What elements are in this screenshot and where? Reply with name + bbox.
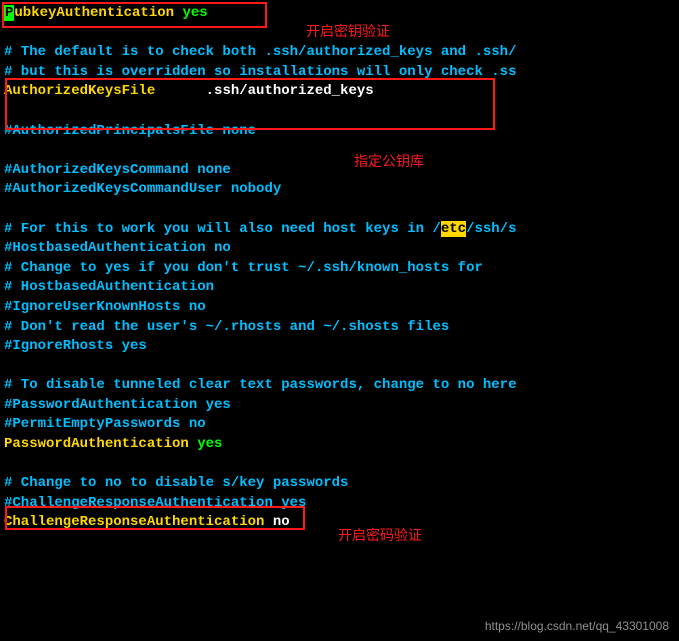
code-line: #PermitEmptyPasswords no bbox=[4, 415, 675, 435]
code-line bbox=[4, 455, 675, 475]
annotation-note-authkeys: 指定公钥库 bbox=[354, 152, 424, 172]
code-line: # HostbasedAuthentication bbox=[4, 278, 675, 298]
code-line: #HostbasedAuthentication no bbox=[4, 239, 675, 259]
code-line: # To disable tunneled clear text passwor… bbox=[4, 376, 675, 396]
code-line bbox=[4, 357, 675, 377]
code-line: #ChallengeResponseAuthentication yes bbox=[4, 494, 675, 514]
code-line: # Don't read the user's ~/.rhosts and ~/… bbox=[4, 318, 675, 338]
code-line: # Change to no to disable s/key password… bbox=[4, 474, 675, 494]
code-line: PubkeyAuthentication yes bbox=[4, 4, 675, 24]
code-line: #PasswordAuthentication yes bbox=[4, 396, 675, 416]
code-line: # For this to work you will also need ho… bbox=[4, 220, 675, 240]
code-line: PasswordAuthentication yes bbox=[4, 435, 675, 455]
code-line: # The default is to check both .ssh/auth… bbox=[4, 43, 675, 63]
code-line bbox=[4, 200, 675, 220]
code-line bbox=[4, 102, 675, 122]
code-line: #AuthorizedPrincipalsFile none bbox=[4, 122, 675, 142]
code-line: # Change to yes if you don't trust ~/.ss… bbox=[4, 259, 675, 279]
code-line: #IgnoreUserKnownHosts no bbox=[4, 298, 675, 318]
watermark: https://blog.csdn.net/qq_43301008 bbox=[485, 618, 669, 635]
code-line: # but this is overridden so installation… bbox=[4, 63, 675, 83]
terminal-output: PubkeyAuthentication yes # The default i… bbox=[4, 4, 675, 533]
code-line: #AuthorizedKeysCommand none bbox=[4, 161, 675, 181]
code-line bbox=[4, 141, 675, 161]
annotation-note-pubkey: 开启密钥验证 bbox=[306, 22, 390, 42]
code-line: #AuthorizedKeysCommandUser nobody bbox=[4, 180, 675, 200]
annotation-note-password: 开启密码验证 bbox=[338, 526, 422, 546]
code-line: #IgnoreRhosts yes bbox=[4, 337, 675, 357]
code-line: AuthorizedKeysFile .ssh/authorized_keys bbox=[4, 82, 675, 102]
